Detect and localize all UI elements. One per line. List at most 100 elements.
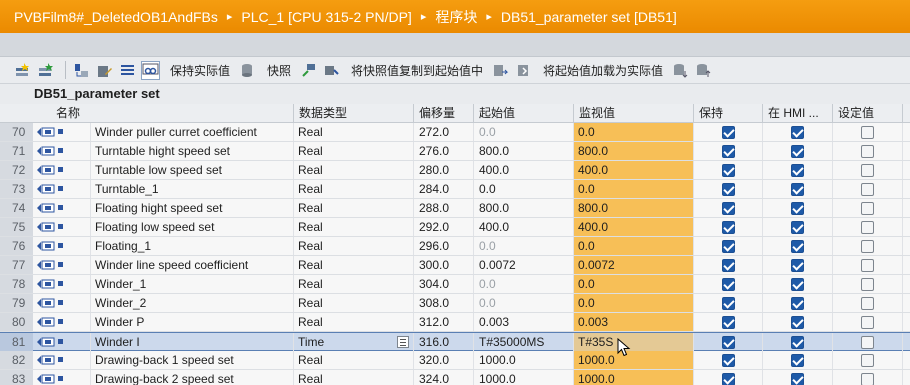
row-datatype[interactable]: Real (293, 237, 413, 255)
expand-icon[interactable] (72, 61, 91, 80)
setpoint-checkbox[interactable] (861, 297, 874, 310)
table-row[interactable]: 80 Winder P Real 312.0 0.003 0.003 (0, 313, 910, 332)
table-row[interactable]: 76 Floating_1 Real 296.0 0.0 0.0 (0, 237, 910, 256)
row-number[interactable]: 70 (0, 123, 33, 141)
row-start-value[interactable]: 800.0 (473, 199, 573, 217)
row-number[interactable]: 82 (0, 351, 33, 369)
row-number[interactable]: 73 (0, 180, 33, 198)
setpoint-checkbox[interactable] (861, 354, 874, 367)
header-offset[interactable]: 偏移量 (413, 104, 473, 123)
row-start-value[interactable]: T#35000MS (473, 333, 573, 351)
retain-checkbox[interactable] (722, 373, 735, 385)
row-monitor-value[interactable]: 0.0 (573, 275, 693, 293)
row-name[interactable]: Winder_1 (90, 275, 293, 293)
retain-checkbox[interactable] (722, 145, 735, 158)
row-monitor-value[interactable]: 0.003 (573, 313, 693, 331)
retain-checkbox[interactable] (722, 259, 735, 272)
hmi-accessible-checkbox[interactable] (791, 240, 804, 253)
row-number[interactable]: 78 (0, 275, 33, 293)
row-datatype[interactable]: Time (293, 333, 413, 351)
row-number[interactable]: 83 (0, 370, 33, 385)
hmi-accessible-checkbox[interactable] (791, 145, 804, 158)
setpoint-checkbox[interactable] (861, 202, 874, 215)
pin-icon[interactable] (299, 61, 318, 80)
row-number[interactable]: 71 (0, 142, 33, 160)
insert-row-icon[interactable] (36, 61, 55, 80)
row-number[interactable]: 74 (0, 199, 33, 217)
row-start-value[interactable]: 0.0 (473, 180, 573, 198)
row-start-value[interactable]: 0.0 (473, 123, 573, 141)
retain-checkbox[interactable] (722, 126, 735, 139)
hmi-accessible-checkbox[interactable] (791, 297, 804, 310)
row-name[interactable]: Winder_2 (90, 294, 293, 312)
hmi-accessible-checkbox[interactable] (791, 354, 804, 367)
row-start-value[interactable]: 1000.0 (473, 351, 573, 369)
header-hmi[interactable]: 在 HMI ... (762, 104, 832, 123)
header-retain[interactable]: 保持 (693, 104, 762, 123)
header-name[interactable]: 名称 (50, 104, 293, 123)
retain-checkbox[interactable] (722, 183, 735, 196)
hmi-accessible-checkbox[interactable] (791, 202, 804, 215)
row-datatype[interactable]: Real (293, 351, 413, 369)
row-number[interactable]: 80 (0, 313, 33, 331)
list-icon[interactable] (118, 61, 137, 80)
row-monitor-value[interactable]: 0.0 (573, 180, 693, 198)
add-row-icon[interactable] (13, 61, 32, 80)
row-number[interactable]: 72 (0, 161, 33, 179)
hmi-accessible-checkbox[interactable] (791, 373, 804, 385)
header-start-value[interactable]: 起始值 (473, 104, 573, 123)
row-datatype[interactable]: Real (293, 370, 413, 385)
header-monitor-value[interactable]: 监视值 (573, 104, 693, 123)
row-name[interactable]: Turntable hight speed set (90, 142, 293, 160)
row-name[interactable]: Winder puller curret coefficient (90, 123, 293, 141)
db-download-icon[interactable] (671, 61, 690, 80)
row-datatype[interactable]: Real (293, 180, 413, 198)
hmi-accessible-checkbox[interactable] (791, 259, 804, 272)
row-datatype[interactable]: Real (293, 256, 413, 274)
row-datatype[interactable]: Real (293, 294, 413, 312)
setpoint-checkbox[interactable] (861, 316, 874, 329)
row-monitor-value[interactable]: 800.0 (573, 142, 693, 160)
row-name[interactable]: Drawing-back 1 speed set (90, 351, 293, 369)
retain-checkbox[interactable] (722, 221, 735, 234)
row-start-value[interactable]: 400.0 (473, 161, 573, 179)
table-row[interactable]: 70 Winder puller curret coefficient Real 27… (0, 123, 910, 142)
row-datatype[interactable]: Real (293, 275, 413, 293)
row-name[interactable]: Winder I (90, 333, 293, 351)
setpoint-checkbox[interactable] (861, 145, 874, 158)
retain-checkbox[interactable] (722, 336, 735, 349)
row-start-value[interactable]: 0.0 (473, 237, 573, 255)
row-number[interactable]: 79 (0, 294, 33, 312)
row-monitor-value[interactable]: 1000.0 (573, 351, 693, 369)
row-datatype[interactable]: Real (293, 123, 413, 141)
setpoint-checkbox[interactable] (861, 259, 874, 272)
row-start-value[interactable]: 0.0 (473, 294, 573, 312)
hmi-accessible-checkbox[interactable] (791, 183, 804, 196)
db-snapshot-icon[interactable] (238, 61, 257, 80)
db-load-icon[interactable] (514, 61, 533, 80)
row-monitor-value[interactable]: 400.0 (573, 161, 693, 179)
snapshot-button[interactable]: 快照 (267, 62, 291, 79)
setpoint-checkbox[interactable] (861, 221, 874, 234)
row-number[interactable]: 75 (0, 218, 33, 236)
setpoint-checkbox[interactable] (861, 126, 874, 139)
hmi-accessible-checkbox[interactable] (791, 126, 804, 139)
db-upload-icon[interactable] (694, 61, 713, 80)
table-row[interactable]: 71 Turntable hight speed set Real 276.0 800.… (0, 142, 910, 161)
row-start-value[interactable]: 0.0 (473, 275, 573, 293)
row-name[interactable]: Floating low speed set (90, 218, 293, 236)
row-name[interactable]: Floating_1 (90, 237, 293, 255)
breadcrumb-project[interactable]: PVBFilm8#_DeletedOB1AndFBs (14, 9, 218, 25)
monitor-glasses-icon[interactable] (141, 60, 160, 80)
row-datatype[interactable]: Real (293, 142, 413, 160)
setpoint-checkbox[interactable] (861, 373, 874, 385)
table-row[interactable]: 83 Drawing-back 2 speed set Real 324.0 1000.… (0, 370, 910, 385)
row-monitor-value[interactable]: 0.0 (573, 123, 693, 141)
header-datatype[interactable]: 数据类型 (293, 104, 413, 123)
table-row[interactable]: 79 Winder_2 Real 308.0 0.0 0.0 (0, 294, 910, 313)
row-start-value[interactable]: 1000.0 (473, 370, 573, 385)
hmi-accessible-checkbox[interactable] (791, 316, 804, 329)
row-datatype[interactable]: Real (293, 218, 413, 236)
table-row[interactable]: 72 Turntable low speed set Real 280.0 400.0 4… (0, 161, 910, 180)
setpoint-checkbox[interactable] (861, 164, 874, 177)
